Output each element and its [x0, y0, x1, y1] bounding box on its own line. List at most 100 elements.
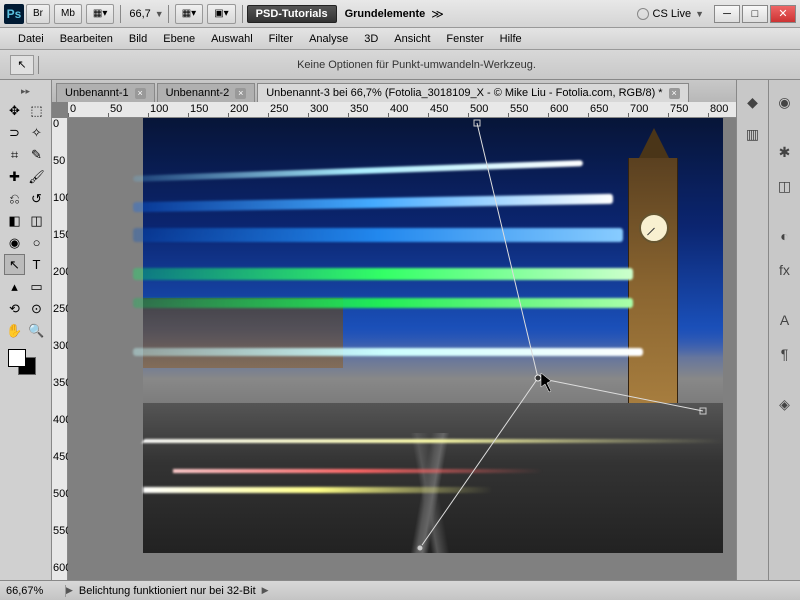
- panel-icon[interactable]: ◆: [741, 90, 765, 114]
- brush-tool[interactable]: 🖌: [26, 166, 47, 187]
- crop-tool[interactable]: ⌗: [4, 144, 25, 165]
- lasso-tool[interactable]: ⊃: [4, 122, 25, 143]
- close-button[interactable]: ✕: [770, 5, 796, 23]
- workspace-name[interactable]: Grundelemente: [345, 8, 426, 20]
- marquee-tool[interactable]: ⬚: [26, 100, 47, 121]
- status-arrow-icon[interactable]: ▶: [262, 585, 269, 596]
- type-tool[interactable]: T: [26, 254, 47, 275]
- menu-ebene[interactable]: Ebene: [155, 33, 203, 45]
- healing-tool[interactable]: ✚: [4, 166, 25, 187]
- status-zoom[interactable]: 66,67%: [6, 585, 66, 597]
- ruler-vertical[interactable]: 050100150200250300350400450500550600: [52, 118, 68, 580]
- tab-unbenannt-1[interactable]: Unbenannt-1 ×: [56, 83, 155, 102]
- light-streak: [133, 298, 633, 308]
- ruler-horizontal[interactable]: 0501001502002503003504004505005506006507…: [68, 102, 736, 118]
- screenmode-button[interactable]: ▣▾: [207, 4, 235, 24]
- eyedropper-tool[interactable]: ✎: [26, 144, 47, 165]
- masks-panel-icon[interactable]: ◫: [773, 174, 797, 198]
- minimize-button[interactable]: ─: [714, 5, 740, 23]
- layers-panel-icon[interactable]: ◈: [773, 392, 797, 416]
- image-parliament: [143, 298, 343, 368]
- styles-panel-icon[interactable]: fx: [773, 258, 797, 282]
- arrange-button[interactable]: ▦▾: [175, 4, 203, 24]
- canvas-viewport[interactable]: [68, 118, 736, 580]
- cslive-dropdown-icon: ▼: [695, 9, 704, 19]
- psd-tutorials-button[interactable]: PSD-Tutorials: [247, 5, 337, 23]
- menu-bearbeiten[interactable]: Bearbeiten: [52, 33, 121, 45]
- menu-auswahl[interactable]: Auswahl: [203, 33, 261, 45]
- active-tool-preview[interactable]: ↖: [10, 55, 34, 75]
- path-select-tool[interactable]: ▴: [4, 276, 25, 297]
- menu-bild[interactable]: Bild: [121, 33, 155, 45]
- menu-fenster[interactable]: Fenster: [438, 33, 491, 45]
- history-brush-tool[interactable]: ↺: [26, 188, 47, 209]
- shape-tool[interactable]: ▭: [26, 276, 47, 297]
- zoom-level[interactable]: 66,7: [125, 8, 154, 20]
- color-panel-icon[interactable]: ◉: [773, 90, 797, 114]
- menu-bar: Datei Bearbeiten Bild Ebene Auswahl Filt…: [0, 28, 800, 50]
- color-swatches[interactable]: [4, 349, 47, 379]
- view-extras-button[interactable]: ▦▾: [86, 4, 114, 24]
- tab-label: Unbenannt-2: [166, 87, 230, 99]
- bridge-button[interactable]: Br: [26, 4, 50, 24]
- menu-analyse[interactable]: Analyse: [301, 33, 356, 45]
- stamp-tool[interactable]: ⎌: [4, 188, 25, 209]
- character-panel-icon[interactable]: A: [773, 308, 797, 332]
- image-clock: [639, 213, 669, 243]
- blur-tool[interactable]: ◉: [4, 232, 25, 253]
- toolbox-collapse-icon[interactable]: ▸▸: [4, 86, 47, 97]
- light-streak: [133, 348, 643, 356]
- collapsed-panel-dock-2: ◉ ✱ ◫ ◐ fx A ¶ ◈: [768, 80, 800, 580]
- light-streak: [133, 268, 633, 280]
- cslive-label: CS Live: [653, 8, 692, 20]
- collapsed-panel-dock-1: ◆ ▥: [736, 80, 768, 580]
- status-message: Belichtung funktioniert nur bei 32-Bit: [73, 585, 262, 597]
- toolbox: ▸▸ ✥ ⬚ ⊃ ✧ ⌗ ✎ ✚ 🖌 ⎌ ↺ ◧ ◫ ◉ ○ ↖ T ▴ ▭ ⟲…: [0, 80, 52, 580]
- separator: [168, 5, 169, 23]
- foreground-swatch[interactable]: [8, 349, 26, 367]
- canvas[interactable]: [143, 118, 723, 553]
- hand-tool[interactable]: ✋: [4, 320, 25, 341]
- tab-close-icon[interactable]: ×: [235, 88, 246, 99]
- options-message: Keine Optionen für Punkt-umwandeln-Werkz…: [297, 59, 536, 71]
- workspace-more-icon[interactable]: ≫: [431, 7, 444, 21]
- cslive-dot-icon: [637, 8, 649, 20]
- dodge-tool[interactable]: ○: [26, 232, 47, 253]
- image-road: [143, 403, 723, 553]
- paragraph-panel-icon[interactable]: ¶: [773, 342, 797, 366]
- menu-datei[interactable]: Datei: [10, 33, 52, 45]
- title-bar: Ps Br Mb ▦▾ 66,7▼ ▦▾ ▣▾ PSD-Tutorials Gr…: [0, 0, 800, 28]
- move-tool[interactable]: ✥: [4, 100, 25, 121]
- status-arrow-icon[interactable]: ▶: [66, 585, 73, 596]
- light-trail: [173, 469, 543, 473]
- zoom-dropdown-icon[interactable]: ▼: [155, 9, 164, 19]
- menu-3d[interactable]: 3D: [356, 33, 386, 45]
- adjustments-panel-icon[interactable]: ✱: [773, 140, 797, 164]
- cs-live[interactable]: CS Live▼: [637, 8, 704, 20]
- pen-tool[interactable]: ↖: [4, 254, 25, 275]
- minibridge-button[interactable]: Mb: [54, 4, 82, 24]
- menu-hilfe[interactable]: Hilfe: [492, 33, 530, 45]
- menu-filter[interactable]: Filter: [261, 33, 301, 45]
- panel-icon[interactable]: ◐: [773, 224, 797, 248]
- tab-close-icon[interactable]: ×: [669, 88, 680, 99]
- tab-unbenannt-3[interactable]: Unbenannt-3 bei 66,7% (Fotolia_3018109_X…: [257, 83, 688, 102]
- gradient-tool[interactable]: ◫: [26, 210, 47, 231]
- eraser-tool[interactable]: ◧: [4, 210, 25, 231]
- light-streak: [133, 228, 623, 242]
- tab-label: Unbenannt-1: [65, 87, 129, 99]
- status-bar: 66,67% ▶ Belichtung funktioniert nur bei…: [0, 580, 800, 600]
- menu-ansicht[interactable]: Ansicht: [386, 33, 438, 45]
- image-bigben: [628, 158, 678, 418]
- panel-icon[interactable]: ▥: [741, 122, 765, 146]
- 3d-tool[interactable]: ⟲: [4, 298, 25, 319]
- magic-wand-tool[interactable]: ✧: [26, 122, 47, 143]
- photoshop-icon: Ps: [4, 4, 24, 24]
- separator: [38, 56, 39, 74]
- 3d-camera-tool[interactable]: ⊙: [26, 298, 47, 319]
- maximize-button[interactable]: □: [742, 5, 768, 23]
- tab-close-icon[interactable]: ×: [135, 88, 146, 99]
- tab-unbenannt-2[interactable]: Unbenannt-2 ×: [157, 83, 256, 102]
- options-bar: ↖ Keine Optionen für Punkt-umwandeln-Wer…: [0, 50, 800, 80]
- zoom-tool[interactable]: 🔍: [26, 320, 47, 341]
